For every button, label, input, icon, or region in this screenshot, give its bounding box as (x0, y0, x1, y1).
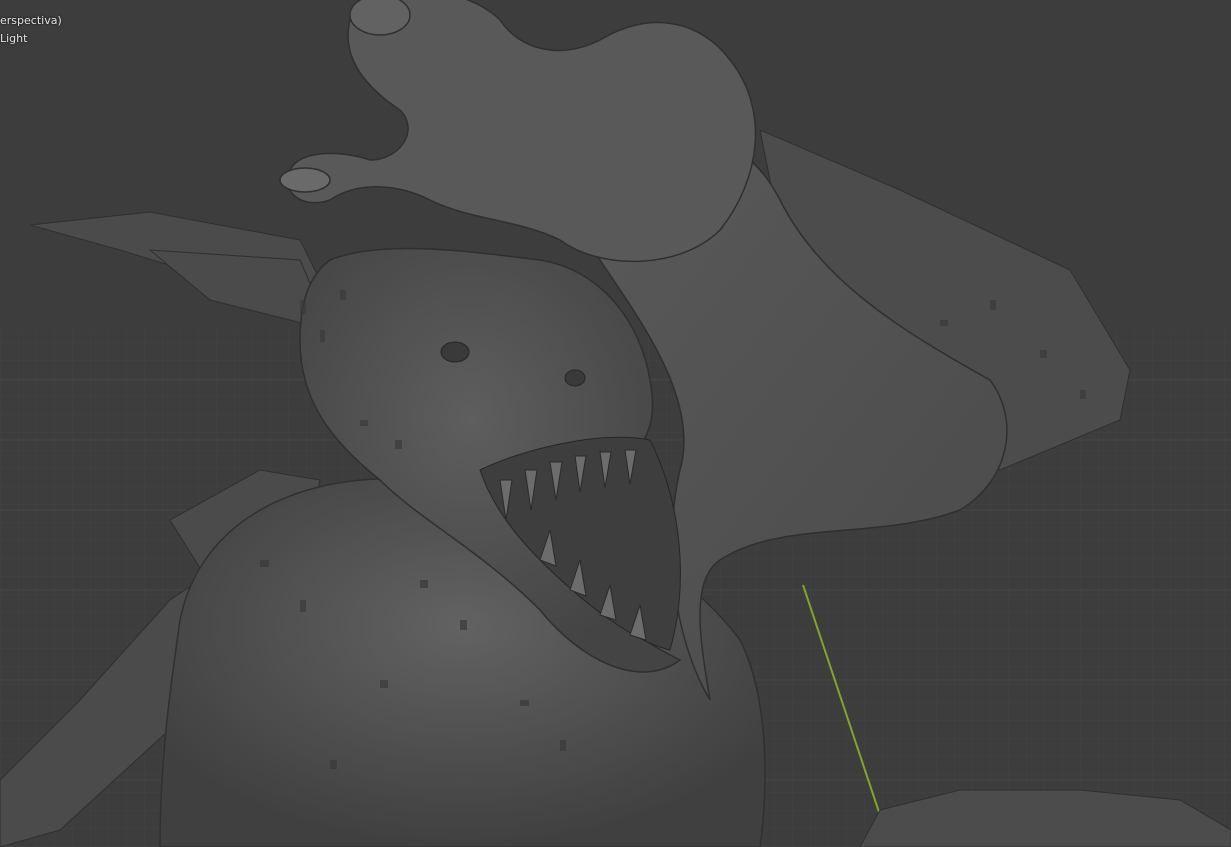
viewport-scene[interactable] (0, 0, 1231, 847)
3d-viewport[interactable]: erspectiva) Light (0, 0, 1231, 847)
viewport-view-label: erspectiva) (0, 14, 62, 27)
viewport-object-label: Light (0, 32, 28, 45)
